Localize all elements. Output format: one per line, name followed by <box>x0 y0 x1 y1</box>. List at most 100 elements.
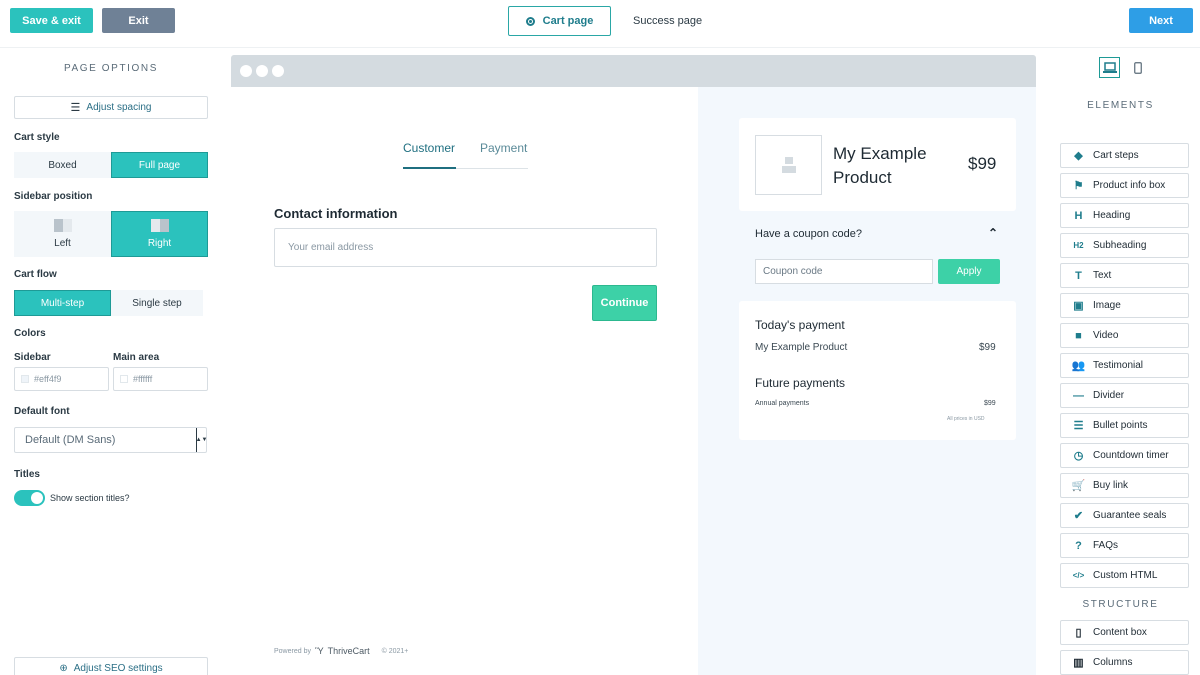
divider-icon: — <box>1073 389 1084 402</box>
tab-cart-page-label: Cart page <box>542 15 594 27</box>
element-label: Custom HTML <box>1093 570 1158 581</box>
element-label: Subheading <box>1093 240 1147 251</box>
cart-flow-single-step[interactable]: Single step <box>111 290 203 316</box>
coupon-question[interactable]: Have a coupon code? <box>755 228 862 240</box>
cart-icon: 🛒 <box>1071 480 1086 492</box>
step-tab-customer[interactable]: Customer <box>403 141 455 155</box>
checkout-main-area[interactable] <box>231 87 698 675</box>
layout-right-icon <box>150 219 169 232</box>
page-options-title: PAGE OPTIONS <box>63 63 159 74</box>
element-heading[interactable]: H Heading <box>1060 203 1189 228</box>
select-arrows-icon: ▲▼ <box>196 428 207 452</box>
titles-label: Titles <box>14 469 40 480</box>
element-text[interactable]: T Text <box>1060 263 1189 288</box>
product-image-placeholder <box>755 135 822 195</box>
element-custom-html[interactable]: </> Custom HTML <box>1060 563 1189 588</box>
element-testimonial[interactable]: 👥 Testimonial <box>1060 353 1189 378</box>
box-icon: ▯ <box>1075 627 1082 639</box>
main-area-color-swatch <box>120 375 128 383</box>
line-item-name: My Example Product <box>755 342 848 353</box>
cart-style-boxed[interactable]: Boxed <box>14 152 111 178</box>
adjust-seo-button[interactable]: ⊕ Adjust SEO settings <box>14 657 208 675</box>
sidebar-color-swatch <box>21 375 29 383</box>
window-dot-icon <box>272 65 284 77</box>
sidebar-position-label: Sidebar position <box>14 191 93 202</box>
step-active-underline <box>403 167 456 169</box>
annual-payments-price: $99 <box>984 400 996 407</box>
exit-button[interactable]: Exit <box>102 8 175 33</box>
structure-title: STRUCTURE <box>1082 599 1159 610</box>
future-payments-heading: Future payments <box>755 376 846 390</box>
product-name: My Example Product <box>833 144 927 187</box>
mobile-view-button[interactable] <box>1127 57 1148 78</box>
sidebar-position-left-label: Left <box>54 238 71 249</box>
element-faqs[interactable]: ? FAQs <box>1060 533 1189 558</box>
flag-icon: ⚑ <box>1073 180 1084 192</box>
default-font-select[interactable]: Default (DM Sans) ▲▼ <box>14 427 207 453</box>
element-buy-link[interactable]: 🛒 Buy link <box>1060 473 1189 498</box>
cart-flow-label: Cart flow <box>14 269 57 280</box>
element-label: Image <box>1093 300 1121 311</box>
sidebar-color-value: #eff4f9 <box>34 374 62 384</box>
element-label: Bullet points <box>1093 420 1148 431</box>
radio-dot-icon <box>525 16 535 26</box>
users-icon: 👥 <box>1071 360 1086 372</box>
step-tab-payment[interactable]: Payment <box>480 141 527 155</box>
element-label: Divider <box>1093 390 1125 401</box>
copyright-text: © 2021+ <box>381 647 409 655</box>
element-label: Video <box>1093 330 1119 341</box>
element-columns[interactable]: ▥ Columns <box>1060 650 1189 675</box>
element-subheading[interactable]: H2 Subheading <box>1060 233 1189 258</box>
sidebar-position-left[interactable]: Left <box>14 211 111 257</box>
powered-by-footer: Powered by Ὓ ThriveCart © 2021+ <box>274 646 408 656</box>
list-icon: ☰ <box>1073 420 1084 432</box>
main-area-color-input[interactable]: #ffffff <box>113 367 208 391</box>
coupon-code-input[interactable]: Coupon code <box>755 259 933 284</box>
colors-label: Colors <box>14 328 46 339</box>
tab-cart-page[interactable]: Cart page <box>508 6 611 36</box>
desktop-view-button[interactable] <box>1099 57 1120 78</box>
save-exit-button[interactable]: Save & exit <box>10 8 93 33</box>
element-label: Product info box <box>1093 180 1166 191</box>
sidebar-position-right[interactable]: Right <box>111 211 208 257</box>
element-divider[interactable]: — Divider <box>1060 383 1189 408</box>
annual-payments-label: Annual payments <box>755 400 810 407</box>
default-font-label: Default font <box>14 406 70 417</box>
apply-coupon-button[interactable]: Apply <box>938 259 1000 284</box>
top-bar: Save & exit Exit Cart page Success page … <box>0 0 1200 48</box>
element-label: FAQs <box>1093 540 1119 551</box>
laptop-icon <box>1102 61 1117 73</box>
element-image[interactable]: ▣ Image <box>1060 293 1189 318</box>
element-label: Countdown timer <box>1093 450 1169 461</box>
adjust-seo-label: Adjust SEO settings <box>73 662 163 674</box>
question-icon: ? <box>1075 539 1082 552</box>
diamond-arrow-icon: ◆ <box>1074 150 1083 162</box>
continue-button[interactable]: Continue <box>592 285 657 321</box>
code-icon: </> <box>1072 571 1085 580</box>
element-guarantee-seals[interactable]: ✔ Guarantee seals <box>1060 503 1189 528</box>
adjust-spacing-button[interactable]: ☰ Adjust spacing <box>14 96 208 119</box>
todays-payment-heading: Today's payment <box>755 318 845 332</box>
tab-success-page[interactable]: Success page <box>633 15 702 27</box>
element-countdown-timer[interactable]: ◷ Countdown timer <box>1060 443 1189 468</box>
element-label: Guarantee seals <box>1093 510 1167 521</box>
columns-icon: ▥ <box>1073 657 1084 669</box>
cart-style-full-page[interactable]: Full page <box>111 152 208 178</box>
spacing-icon: ☰ <box>70 102 81 114</box>
next-button[interactable]: Next <box>1129 8 1193 33</box>
chevron-up-icon[interactable]: ⌃ <box>988 226 998 240</box>
email-input[interactable]: Your email address <box>274 228 657 267</box>
subheading-icon: H2 <box>1073 241 1084 250</box>
heading-icon: H <box>1074 209 1083 222</box>
element-product-info-box[interactable]: ⚑ Product info box <box>1060 173 1189 198</box>
section-titles-toggle[interactable] <box>14 490 45 506</box>
element-video[interactable]: ■ Video <box>1060 323 1189 348</box>
element-content-box[interactable]: ▯ Content box <box>1060 620 1189 645</box>
cart-flow-multi-step[interactable]: Multi-step <box>14 290 111 316</box>
main-area-color-label: Main area <box>113 352 160 363</box>
element-bullet-points[interactable]: ☰ Bullet points <box>1060 413 1189 438</box>
element-cart-steps[interactable]: ◆ Cart steps <box>1060 143 1189 168</box>
sidebar-color-input[interactable]: #eff4f9 <box>14 367 109 391</box>
window-dot-icon <box>256 65 268 77</box>
window-dot-icon <box>240 65 252 77</box>
